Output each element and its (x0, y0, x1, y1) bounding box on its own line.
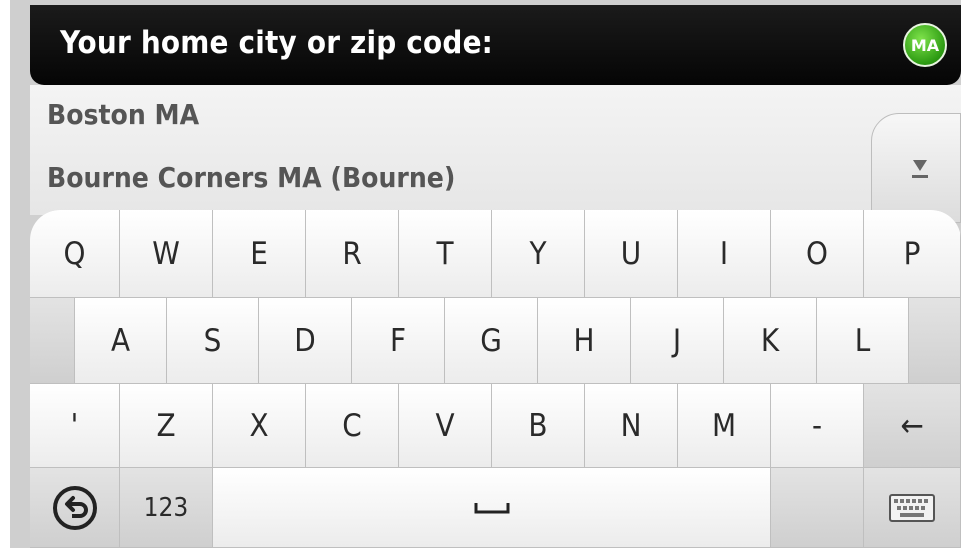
on-screen-keyboard: Q W E R T Y U I O P A S D F G H J K L ' (30, 210, 961, 548)
key-y[interactable]: Y (492, 210, 585, 298)
suggestion-list: Boston MA Bourne Corners MA (Bourne) (30, 85, 961, 223)
key-g[interactable]: G (445, 298, 538, 384)
arrow-down-line (912, 175, 928, 178)
keyboard-row-1: Q W E R T Y U I O P (30, 210, 961, 298)
key-t[interactable]: T (399, 210, 492, 298)
key-p[interactable]: P (864, 210, 961, 298)
key-o[interactable]: O (771, 210, 864, 298)
page-title: Your home city or zip code: (60, 25, 494, 61)
key-k[interactable]: K (724, 298, 817, 384)
key-z[interactable]: Z (120, 384, 213, 468)
backspace-key[interactable]: ← (864, 384, 961, 468)
keyboard-row-3: ' Z X C V B N M - ← (30, 384, 961, 468)
key-n[interactable]: N (585, 384, 678, 468)
numbers-key[interactable]: 123 (120, 468, 213, 548)
key-b[interactable]: B (492, 384, 585, 468)
suggestion-item[interactable]: Bourne Corners MA (Bourne) (47, 161, 455, 194)
key-spacer (909, 298, 961, 384)
back-button[interactable] (30, 468, 120, 548)
key-spacer (30, 298, 75, 384)
keyboard-row-2: A S D F G H J K L (30, 298, 961, 384)
key-apostrophe[interactable]: ' (30, 384, 120, 468)
suggestion-item[interactable]: Boston MA (47, 98, 199, 131)
space-icon (474, 502, 509, 513)
key-q[interactable]: Q (30, 210, 120, 298)
key-x[interactable]: X (213, 384, 306, 468)
key-v[interactable]: V (399, 384, 492, 468)
key-h[interactable]: H (538, 298, 631, 384)
key-u[interactable]: U (585, 210, 678, 298)
back-circle-icon (52, 485, 97, 530)
key-f[interactable]: F (352, 298, 445, 384)
keyboard-icon (889, 493, 935, 522)
key-j[interactable]: J (631, 298, 724, 384)
arrow-down-to-line-icon (913, 160, 927, 171)
key-i[interactable]: I (678, 210, 771, 298)
device-screen: Your home city or zip code: MA Boston MA… (10, 0, 961, 548)
key-w[interactable]: W (120, 210, 213, 298)
key-e[interactable]: E (213, 210, 306, 298)
space-key[interactable] (213, 468, 771, 548)
key-a[interactable]: A (75, 298, 167, 384)
keyboard-toggle-button[interactable] (864, 468, 961, 548)
key-s[interactable]: S (167, 298, 259, 384)
key-hyphen[interactable]: - (771, 384, 864, 468)
scroll-down-button[interactable] (871, 113, 961, 223)
key-r[interactable]: R (306, 210, 399, 298)
key-blank (771, 468, 864, 548)
keyboard-row-4: 123 (30, 468, 961, 548)
region-badge[interactable]: MA (903, 23, 947, 67)
header-bar: Your home city or zip code: MA (30, 5, 961, 85)
key-c[interactable]: C (306, 384, 399, 468)
key-d[interactable]: D (259, 298, 352, 384)
key-m[interactable]: M (678, 384, 771, 468)
key-l[interactable]: L (817, 298, 909, 384)
